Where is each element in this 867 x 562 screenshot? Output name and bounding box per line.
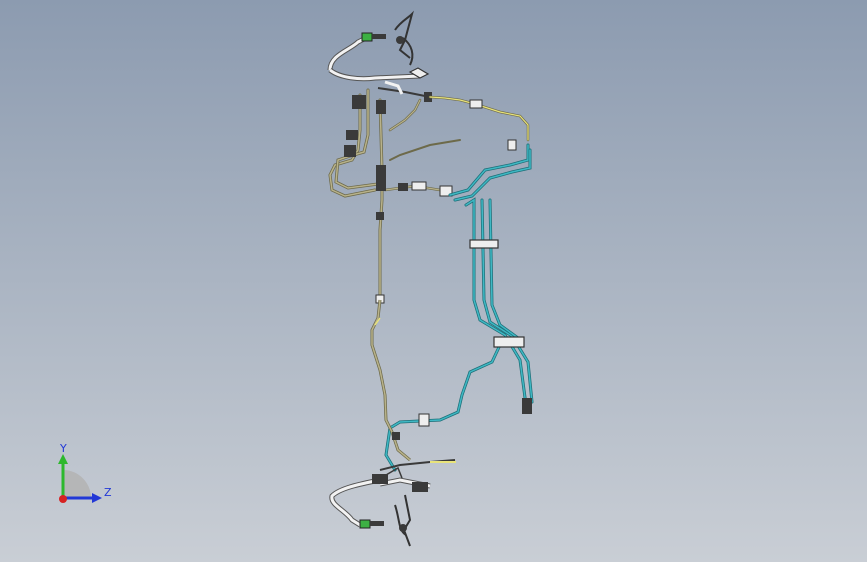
cad-viewport[interactable]: Y Z: [0, 0, 867, 562]
triad-quadrant: [63, 470, 91, 498]
y-axis-arrowhead: [58, 454, 68, 464]
z-axis-label: Z: [104, 486, 112, 499]
coordinate-triad[interactable]: Y Z: [40, 440, 120, 515]
brake-line-model[interactable]: [0, 0, 867, 562]
viewport-background: [0, 0, 867, 562]
z-axis-arrowhead: [92, 493, 102, 503]
x-axis-dot: [59, 495, 67, 503]
y-axis-label: Y: [59, 442, 67, 455]
